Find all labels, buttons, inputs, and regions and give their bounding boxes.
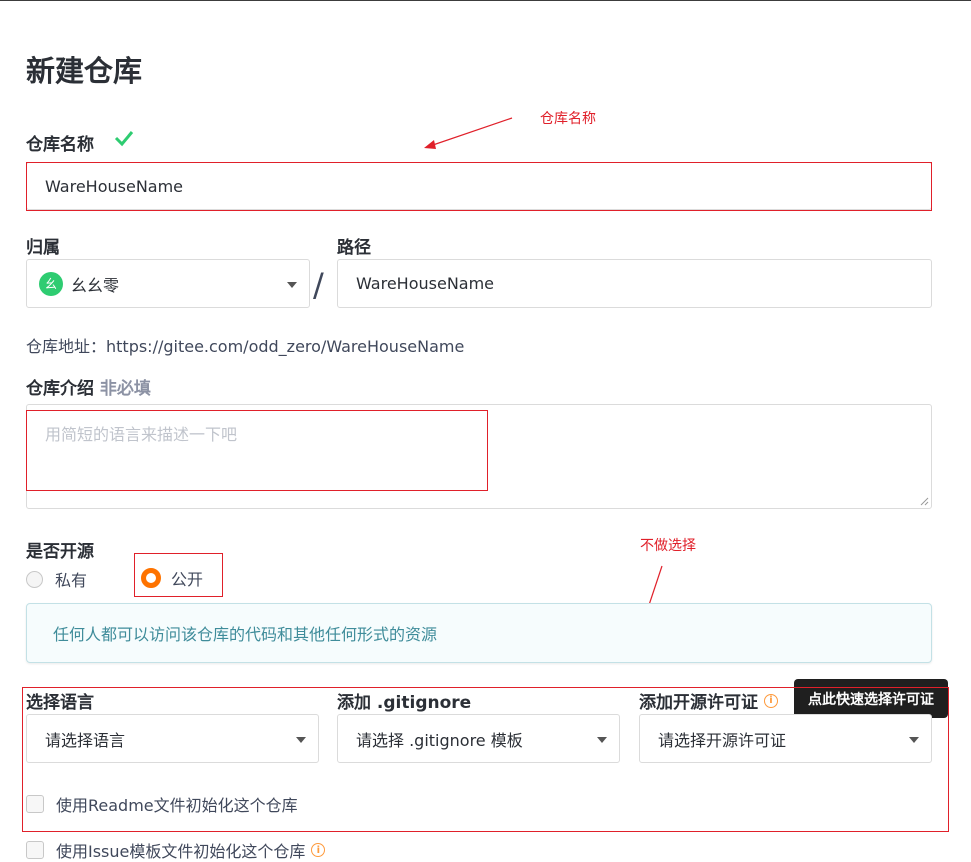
description-optional: 非必填 bbox=[99, 379, 151, 399]
path-value: WareHouseName bbox=[356, 274, 495, 293]
page-title: 新建仓库 bbox=[26, 54, 143, 88]
resize-handle-icon[interactable] bbox=[919, 496, 929, 506]
annotation-box-options bbox=[22, 687, 949, 832]
annotation-box-repo-name bbox=[26, 162, 932, 211]
description-label-text: 仓库介绍 bbox=[26, 379, 94, 399]
top-border bbox=[0, 0, 971, 1]
radio-private[interactable]: 私有 bbox=[26, 567, 87, 591]
visibility-notice: 任何人都可以访问该仓库的代码和其他任何形式的资源 bbox=[26, 603, 932, 663]
path-label: 路径 bbox=[337, 238, 371, 258]
annotation-repo-name: 仓库名称 bbox=[540, 111, 596, 127]
chevron-down-icon bbox=[287, 281, 297, 288]
radio-private-label: 私有 bbox=[55, 571, 88, 590]
owner-label: 归属 bbox=[26, 238, 60, 258]
visibility-notice-text: 任何人都可以访问该仓库的代码和其他任何形式的资源 bbox=[53, 625, 438, 644]
checkbox-icon bbox=[26, 841, 44, 859]
annotation-arrow bbox=[424, 117, 513, 149]
path-separator: / bbox=[313, 266, 324, 304]
annotation-no-select: 不做选择 bbox=[640, 538, 696, 554]
annotation-box-description bbox=[26, 410, 488, 491]
path-input[interactable]: WareHouseName bbox=[337, 259, 932, 308]
check-icon bbox=[114, 131, 134, 147]
init-issue-label: 使用Issue模板文件初始化这个仓库 bbox=[56, 842, 306, 861]
description-label: 仓库介绍 非必填 bbox=[26, 374, 151, 399]
owner-value: 幺幺零 bbox=[71, 275, 120, 295]
owner-select[interactable]: 幺 幺幺零 bbox=[26, 259, 310, 308]
owner-avatar: 幺 bbox=[39, 271, 63, 296]
visibility-label: 是否开源 bbox=[26, 542, 94, 562]
repo-name-label: 仓库名称 bbox=[26, 135, 94, 155]
info-icon[interactable]: i bbox=[311, 843, 326, 857]
init-issue-checkbox[interactable]: 使用Issue模板文件初始化这个仓库 i bbox=[26, 838, 326, 862]
repo-address: 仓库地址：https://gitee.com/odd_zero/WareHous… bbox=[26, 337, 465, 356]
radio-private-icon bbox=[26, 570, 43, 588]
annotation-box-public bbox=[134, 553, 223, 597]
